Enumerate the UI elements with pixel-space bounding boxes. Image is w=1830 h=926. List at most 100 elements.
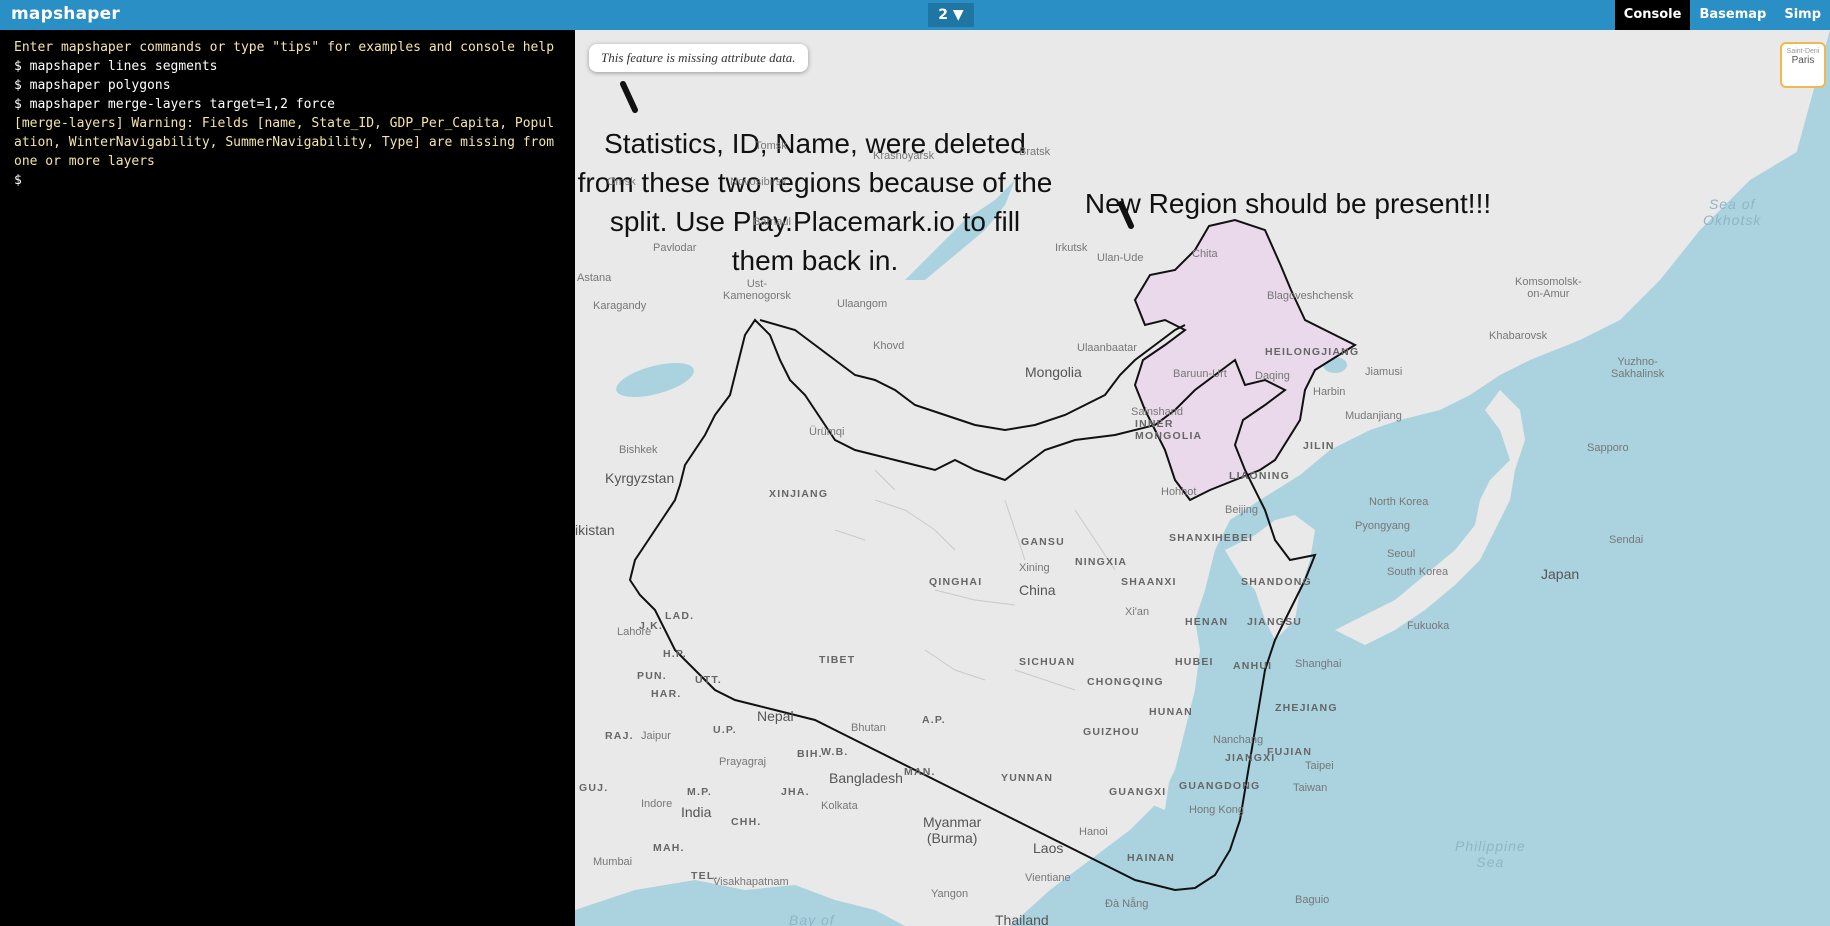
map-label: SHANXI [1169, 532, 1216, 544]
map-label: Bishkek [619, 444, 658, 456]
map-label: A.P. [922, 714, 946, 726]
map-label: YUNNAN [1001, 772, 1054, 784]
map-label: Mudanjiang [1345, 410, 1402, 422]
map-label: Myanmar (Burma) [923, 814, 982, 846]
map-label: Bratsk [1019, 146, 1051, 158]
map-label: Blagoveshchensk [1267, 290, 1354, 302]
map-label: Ulaanbaatar [1077, 342, 1137, 354]
map-label: Thailand [995, 912, 1049, 926]
map-label: Kyrgyzstan [605, 470, 675, 486]
map-label: CHH. [731, 816, 762, 828]
map-label: ANHUI [1233, 660, 1273, 672]
console-panel[interactable]: Enter mapshaper commands or type "tips" … [0, 30, 575, 926]
map-label: Pavlodar [653, 242, 697, 254]
map-label: Karagandy [593, 300, 647, 312]
map-label: Prayagraj [719, 756, 767, 768]
map-label: Xi'an [1125, 606, 1150, 618]
map-label: Laos [1033, 840, 1064, 856]
map-label: FUJIAN [1267, 746, 1313, 758]
map-label: Ürümqi [809, 426, 845, 438]
map-label: GUIZHOU [1083, 726, 1140, 738]
layer-selector-button[interactable]: 2 ▼ [928, 3, 974, 27]
map-label: U.P. [713, 724, 737, 736]
map-label: Tomsk [755, 140, 787, 152]
thumb-text: Paris [1791, 55, 1815, 66]
mongolia-border [759, 319, 1186, 432]
map-label: Baruun-Urt [1173, 368, 1227, 380]
map-label: Novosibirsk [730, 176, 787, 188]
map-label: Ulan-Ude [1097, 252, 1144, 264]
map-label: H.P. [663, 648, 687, 660]
console-warning-line: [merge-layers] Warning: Fields [name, St… [14, 116, 562, 169]
map-label: Taipei [1305, 760, 1334, 772]
map-label: North Korea [1369, 496, 1429, 508]
map-label: QINGHAI [929, 576, 983, 588]
map-label: Philippine Sea [1455, 838, 1526, 870]
map-label: TEL. [691, 870, 719, 882]
map-label: W.B. [821, 746, 849, 758]
map-label: ZHEJIANG [1275, 702, 1338, 714]
map-label: JILIN [1303, 440, 1335, 452]
map-label: BIH. [797, 748, 823, 760]
map-label: Chita [1192, 248, 1218, 260]
map-view[interactable]: This feature is missing attribute data. … [575, 30, 1830, 926]
map-label: Hohhot [1161, 486, 1197, 498]
map-label: Omsk [607, 176, 636, 188]
map-label: Harbin [1313, 386, 1346, 398]
map-label: Visakhapatnam [713, 876, 789, 888]
map-label: Hanoi [1079, 826, 1108, 838]
map-label: Mumbai [593, 856, 633, 868]
map-label: MAN. [904, 766, 936, 778]
map-label: Komsomolsk- on-Amur [1515, 276, 1582, 300]
map-label: Nanchang [1213, 734, 1264, 746]
map-label: Krasnoyarsk [873, 150, 935, 162]
map-label: JIANGSU [1247, 616, 1303, 628]
map-label: Astana [577, 272, 612, 284]
annotation-new-region: New Region should be present!!! [1084, 188, 1492, 219]
feature-tooltip: This feature is missing attribute data. [589, 44, 808, 72]
map-label: J.K. [639, 620, 664, 632]
map-label: ikistan [575, 522, 615, 538]
map-label: Ulaangom [837, 298, 888, 310]
map-label: Irkutsk [1055, 242, 1088, 254]
map-label: Bay of [789, 912, 835, 926]
map-label: GANSU [1021, 536, 1065, 548]
map-label: HEILONGJIANG [1265, 346, 1360, 358]
map-label: GUANGDONG [1179, 780, 1261, 792]
map-label: GUJ. [579, 782, 609, 794]
console-line: $ mapshaper merge-layers target=1,2 forc… [14, 97, 335, 112]
map-label: Daqing [1255, 370, 1290, 382]
simplify-button[interactable]: Simp [1775, 0, 1830, 30]
basemap-thumbnail[interactable]: Saint-Deni Paris [1780, 42, 1826, 88]
map-label: Nepal [757, 708, 794, 724]
map-label: TIBET [819, 654, 856, 666]
console-button[interactable]: Console [1614, 0, 1691, 30]
map-label: Mongolia [1025, 364, 1082, 380]
map-label: Hong Kong [1189, 804, 1245, 816]
app-logo: mapshaper [11, 4, 120, 24]
map-label: Japan [1541, 566, 1580, 582]
map-label: China [1019, 582, 1056, 598]
console-prompt[interactable]: $ [14, 171, 561, 190]
map-label: Ust- Kamenogorsk [723, 278, 791, 302]
map-label: HUBEI [1175, 656, 1214, 668]
map-label: Khovd [873, 340, 905, 352]
map-label: Indore [641, 798, 673, 810]
map-label: Barnaul [753, 216, 791, 228]
map-label: HAINAN [1127, 852, 1176, 864]
map-label: Yuzhno- Sakhalinsk [1611, 356, 1665, 380]
map-label: HENAN [1185, 616, 1229, 628]
arrow-left [620, 81, 638, 113]
console-line: $ mapshaper polygons [14, 78, 171, 93]
map-label: South Korea [1387, 566, 1449, 578]
basemap-button[interactable]: Basemap [1690, 0, 1775, 30]
map-label: Jaipur [641, 730, 671, 742]
map-label: PUN. [637, 670, 667, 682]
map-label: GUANGXI [1109, 786, 1167, 798]
map-label: Sapporo [1587, 442, 1629, 454]
map-label: Xining [1019, 562, 1050, 574]
map-label: Bhutan [851, 722, 886, 734]
thumb-text: Saint-Deni [1786, 48, 1820, 55]
map-label: Fukuoka [1407, 620, 1450, 632]
map-label: UTT. [695, 674, 722, 686]
